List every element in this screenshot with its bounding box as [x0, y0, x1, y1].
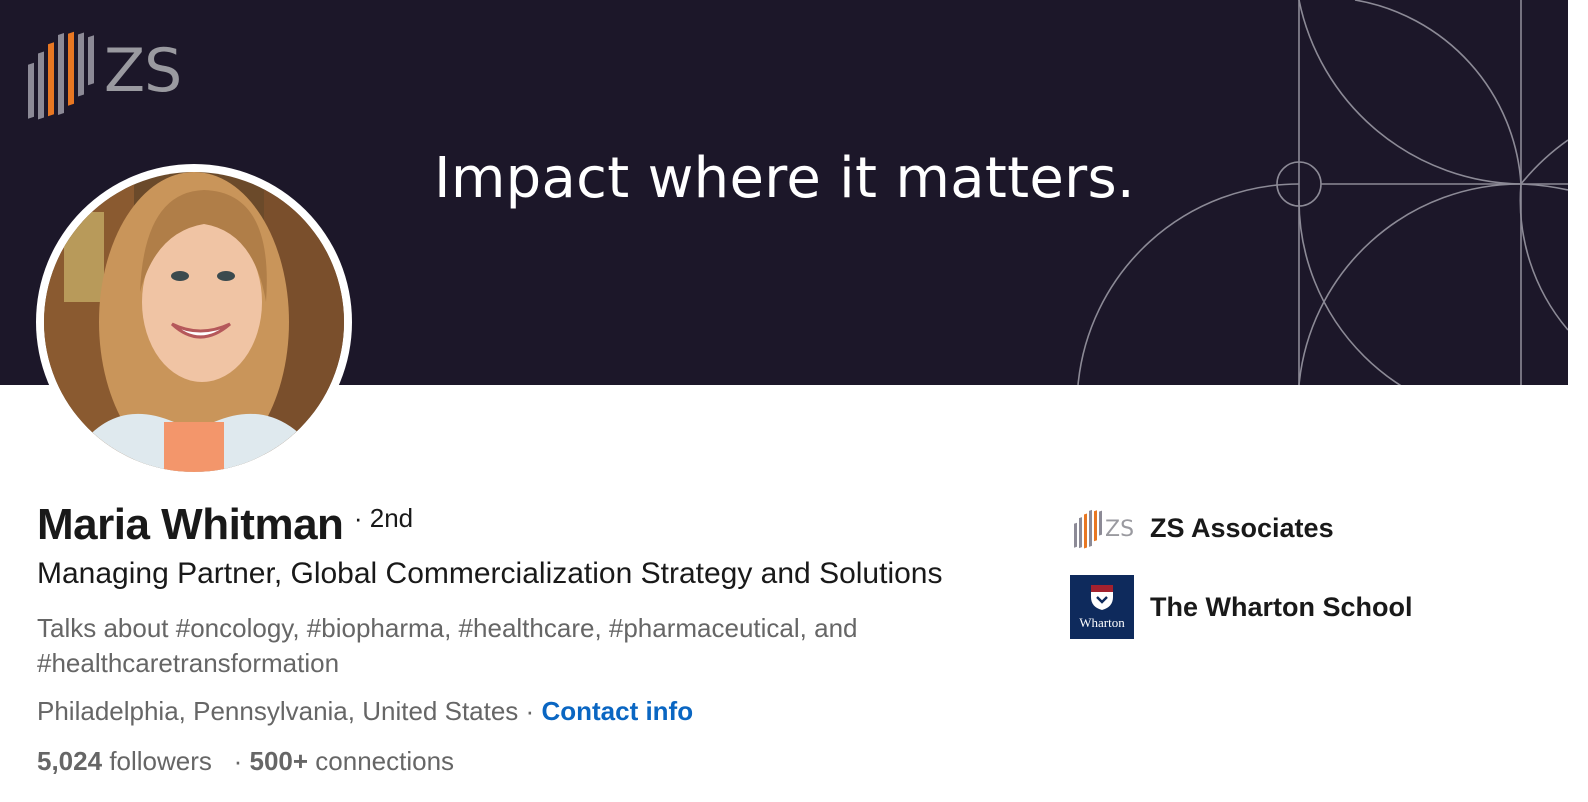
connection-degree-badge: · 2nd — [353, 503, 414, 533]
avatar[interactable] — [44, 172, 344, 472]
zs-associates-logo-icon: ZS — [1070, 503, 1134, 553]
name-row: Maria Whitman · 2nd — [37, 500, 413, 550]
followers-count: 5,024 — [37, 746, 103, 776]
stats-separator: · — [233, 746, 243, 776]
profile-photo[interactable] — [36, 164, 352, 480]
followers-label: followers — [109, 746, 212, 776]
person-photo-icon — [44, 172, 344, 472]
company-name: ZS Associates — [1150, 512, 1334, 543]
connections-label: connections — [315, 746, 455, 776]
banner-logo-text: ZS — [104, 36, 182, 106]
contact-info-link[interactable]: Contact info — [541, 696, 693, 726]
banner-tagline: Impact where it matters. — [434, 146, 1136, 211]
connections-count: 500+ — [249, 746, 309, 776]
banner-geometric-art — [1077, 0, 1568, 385]
education-wharton[interactable]: Wharton The Wharton School — [1070, 575, 1413, 639]
zs-mini-logo-text: ZS — [1105, 517, 1134, 542]
wharton-logo-icon: Wharton — [1070, 575, 1134, 639]
school-name: The Wharton School — [1150, 591, 1413, 622]
profile-name: Maria Whitman — [37, 500, 344, 549]
connections-link[interactable]: 500+ connections — [249, 746, 454, 776]
profile-headline: Managing Partner, Global Commercializati… — [37, 557, 943, 590]
current-company-zs[interactable]: ZS ZS Associates — [1070, 503, 1334, 553]
stats-row: 5,024 followers · 500+ connections — [37, 746, 454, 777]
location-row: Philadelphia, Pennsylvania, United State… — [37, 696, 693, 727]
location-separator: · — [525, 696, 535, 726]
shield-icon — [1091, 585, 1113, 610]
talks-about: Talks about #oncology, #biopharma, #heal… — [37, 613, 858, 678]
wharton-logo-text: Wharton — [1079, 615, 1125, 630]
location-text: Philadelphia, Pennsylvania, United State… — [37, 696, 519, 726]
followers-link[interactable]: 5,024 followers — [37, 746, 212, 776]
